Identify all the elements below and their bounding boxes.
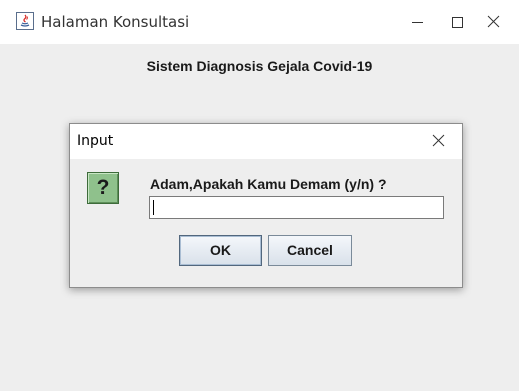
dialog-titlebar[interactable]: Input [70, 124, 462, 159]
maximize-icon[interactable] [442, 10, 472, 34]
minimize-icon[interactable] [402, 10, 432, 34]
dialog-title: Input [77, 133, 114, 149]
main-window: Halaman Konsultasi Sistem Diagnosis Geja… [0, 0, 519, 391]
java-app-icon [16, 12, 34, 30]
window-title: Halaman Konsultasi [41, 13, 190, 31]
close-icon[interactable] [479, 10, 509, 34]
dialog-prompt: Adam,Apakah Kamu Demam (y/n) ? [150, 176, 387, 192]
dialog-close-icon[interactable] [427, 130, 451, 152]
input-dialog: Input ? Adam,Apakah Kamu Demam (y/n) ? O… [69, 123, 463, 288]
answer-input[interactable] [149, 196, 444, 219]
page-heading: Sistem Diagnosis Gejala Covid-19 [146, 58, 373, 74]
window-titlebar[interactable]: Halaman Konsultasi [0, 0, 519, 44]
cancel-button[interactable]: Cancel [268, 235, 352, 266]
question-icon-glyph: ? [96, 176, 110, 199]
text-caret [153, 200, 154, 215]
question-icon: ? [87, 172, 119, 204]
ok-button[interactable]: OK [179, 235, 262, 266]
